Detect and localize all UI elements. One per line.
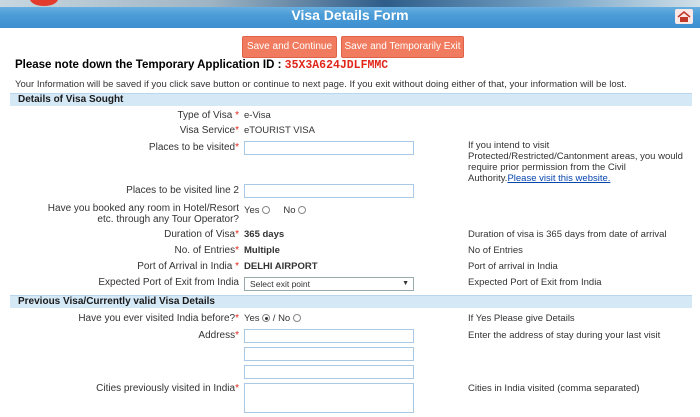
page-title: Visa Details Form: [291, 7, 409, 23]
hotel-label-line2: etc. through any Tour Operator?: [97, 214, 239, 225]
address-label: Address*: [198, 330, 239, 341]
port-arrival-help: Port of arrival in India: [468, 261, 558, 272]
hotel-radio-group: Yes No: [244, 205, 307, 216]
chevron-down-icon: ▼: [402, 280, 409, 287]
hotel-no-radio[interactable]: [298, 206, 307, 215]
header-banner-strip: [0, 0, 700, 7]
visa-service-value: eTOURIST VISA: [244, 125, 315, 136]
home-icon[interactable]: [675, 9, 693, 24]
visited-separator: /: [272, 313, 276, 324]
places-input[interactable]: [244, 141, 414, 155]
hotel-yes-label: Yes: [244, 205, 260, 216]
duration-value: 365 days: [244, 229, 285, 240]
port-arrival-label: Port of Arrival in India *: [137, 261, 239, 272]
visited-yes-radio[interactable]: [262, 314, 271, 323]
address-line3-input[interactable]: [244, 365, 414, 379]
application-id-value: 35X3A624JDLFMMC: [284, 59, 389, 72]
visited-no-radio[interactable]: [292, 314, 301, 323]
duration-label: Duration of Visa*: [164, 229, 239, 240]
cities-textarea[interactable]: [244, 383, 414, 413]
visited-radio-group: Yes / No: [244, 313, 301, 324]
places2-label: Places to be visited line 2: [126, 185, 239, 196]
visited-no-label: No: [278, 313, 291, 324]
application-id-line: Please note down the Temporary Applicati…: [15, 59, 388, 72]
visited-yes-label: Yes: [244, 313, 260, 324]
duration-help: Duration of visa is 365 days from date o…: [468, 229, 667, 240]
save-notice: Your Information will be saved if you cl…: [15, 79, 627, 90]
type-of-visa-label: Type of Visa *: [177, 110, 239, 121]
places2-input[interactable]: [244, 184, 414, 198]
type-of-visa-value: e-Visa: [244, 110, 271, 121]
entries-value: Multiple: [244, 245, 280, 256]
visited-help: If Yes Please give Details: [468, 313, 575, 324]
cities-label: Cities previously visited in India*: [96, 383, 239, 394]
address-help: Enter the address of stay during your la…: [468, 330, 661, 341]
hotel-yes-radio[interactable]: [262, 206, 271, 215]
section-visa-sought: Details of Visa Sought: [10, 93, 692, 106]
save-exit-button[interactable]: Save and Temporarily Exit: [341, 36, 464, 58]
port-exit-label: Expected Port of Exit from India: [98, 277, 239, 288]
places-help: If you intend to visit Protected/Restric…: [468, 140, 683, 184]
address-line1-input[interactable]: [244, 329, 414, 343]
hotel-no-label: No: [283, 205, 296, 216]
hotel-label-line1: Have you booked any room in Hotel/Resort: [47, 203, 239, 214]
port-exit-select[interactable]: Select exit point ▼: [244, 277, 414, 291]
section-previous-visa: Previous Visa/Currently valid Visa Detai…: [10, 295, 692, 308]
port-arrival-value: DELHI AIRPORT: [244, 261, 318, 272]
address-line2-input[interactable]: [244, 347, 414, 361]
entries-label: No. of Entries*: [174, 245, 240, 256]
save-continue-button[interactable]: Save and Continue: [242, 36, 337, 58]
places-label: Places to be visited*: [148, 142, 239, 153]
visa-service-label: Visa Service*: [179, 125, 239, 136]
website-link[interactable]: Please visit this website.: [507, 173, 610, 184]
cities-help: Cities in India visited (comma separated…: [468, 383, 640, 394]
application-id-label: Please note down the Temporary Applicati…: [15, 59, 282, 71]
header-bar: Visa Details Form: [0, 0, 700, 28]
port-exit-help: Expected Port of Exit from India: [468, 277, 602, 288]
entries-help: No of Entries: [468, 245, 523, 256]
visited-before-label: Have you ever visited India before?*: [78, 313, 239, 324]
